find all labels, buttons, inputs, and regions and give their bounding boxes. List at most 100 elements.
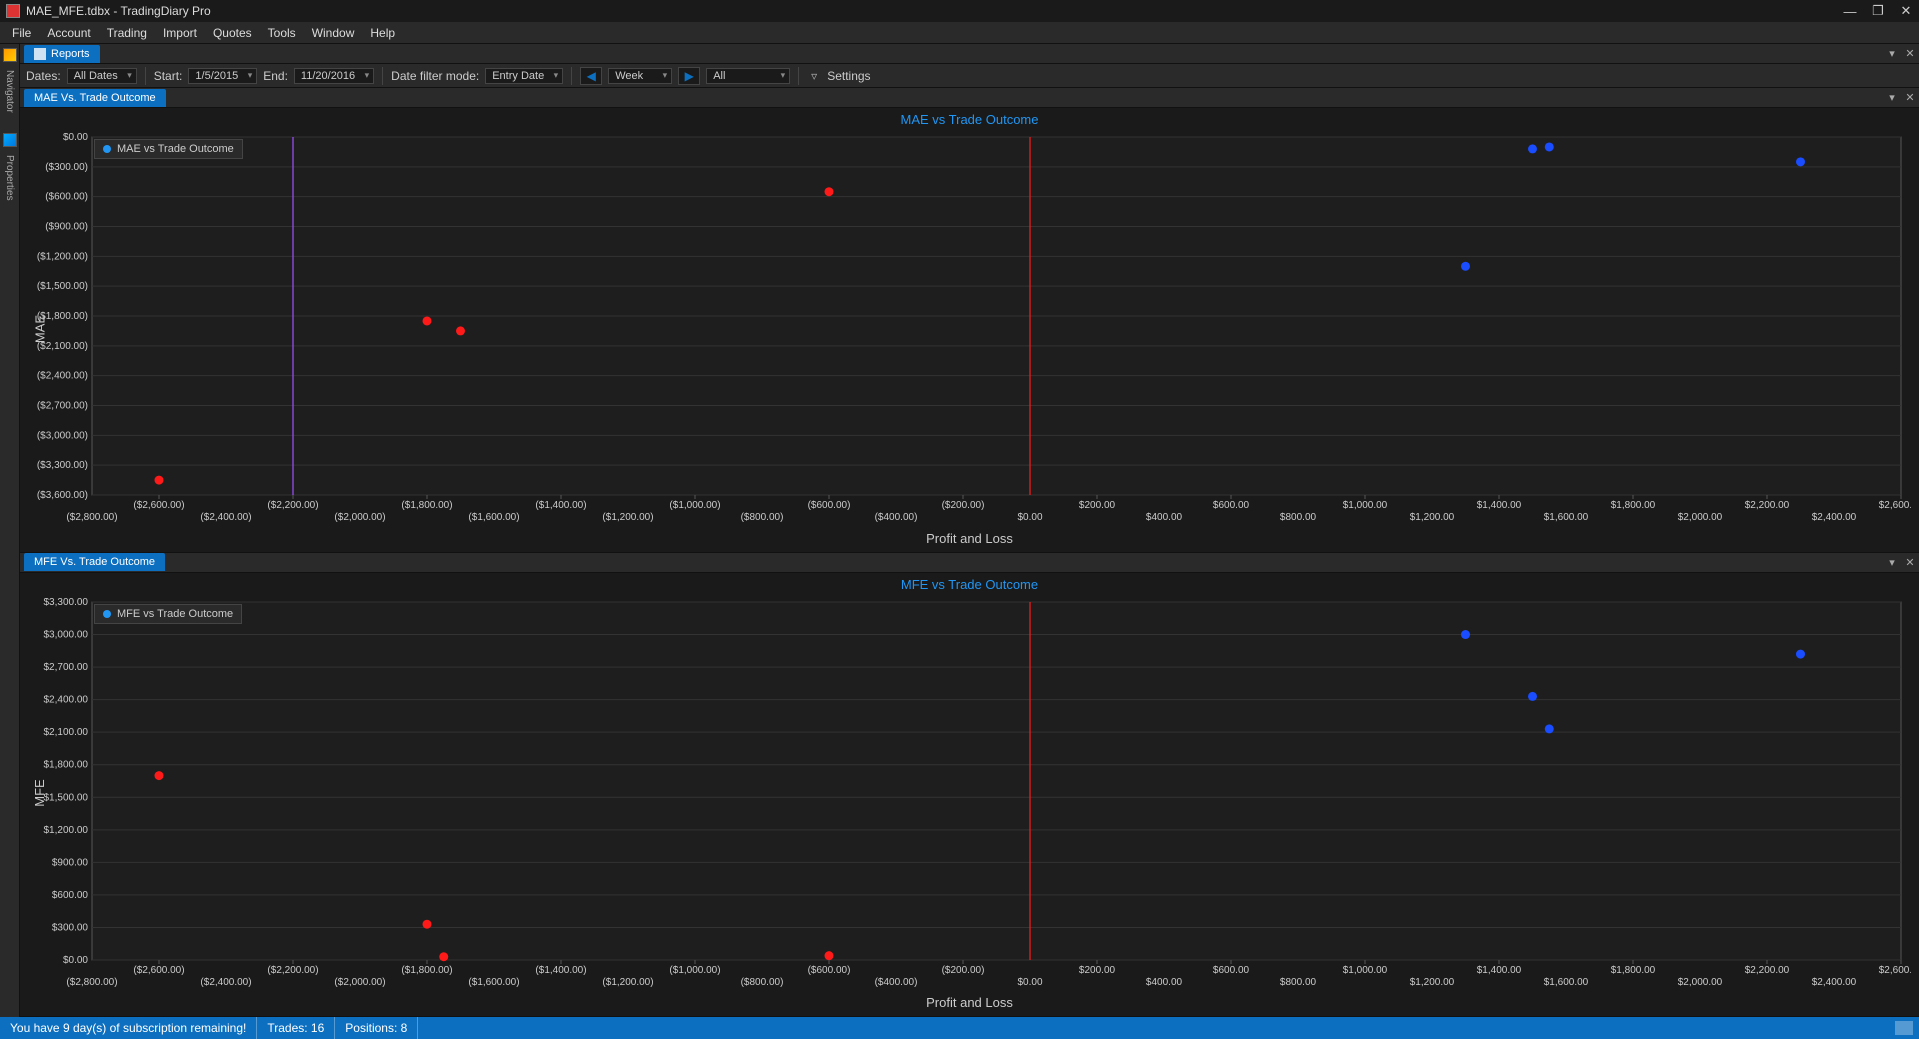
prev-period-button[interactable]: ◀ xyxy=(580,67,602,85)
navigator-tab-label[interactable]: Navigator xyxy=(4,70,15,113)
reports-tab[interactable]: Reports xyxy=(24,45,100,63)
filter-icon[interactable]: ▿ xyxy=(807,69,821,83)
svg-text:$2,100.00: $2,100.00 xyxy=(44,727,89,738)
svg-text:($1,200.00): ($1,200.00) xyxy=(37,251,88,262)
status-bar: You have 9 day(s) of subscription remain… xyxy=(0,1017,1919,1039)
svg-text:($600.00): ($600.00) xyxy=(808,965,851,976)
svg-text:($2,200.00): ($2,200.00) xyxy=(267,500,318,511)
properties-tab-label[interactable]: Properties xyxy=(4,155,15,201)
menu-file[interactable]: File xyxy=(4,26,39,40)
close-button[interactable]: ✕ xyxy=(1899,4,1913,18)
svg-text:$1,800.00: $1,800.00 xyxy=(1611,500,1656,511)
svg-text:($1,200.00): ($1,200.00) xyxy=(602,977,653,988)
chart-mae-header: MAE Vs. Trade Outcome ▾ ✕ xyxy=(20,88,1919,108)
chart-mae-tab[interactable]: MAE Vs. Trade Outcome xyxy=(24,89,166,107)
settings-link[interactable]: Settings xyxy=(827,69,870,83)
svg-text:($2,700.00): ($2,700.00) xyxy=(37,401,88,412)
menu-quotes[interactable]: Quotes xyxy=(205,26,260,40)
svg-text:$600.00: $600.00 xyxy=(1213,965,1250,976)
legend-dot-icon xyxy=(103,610,111,618)
chart-mae-title: MAE vs Trade Outcome xyxy=(20,108,1919,131)
reports-close-button[interactable]: ✕ xyxy=(1903,47,1917,61)
chart-mfe-xlabel: Profit and Loss xyxy=(20,993,1919,1016)
svg-text:($2,600.00): ($2,600.00) xyxy=(133,965,184,976)
svg-text:$600.00: $600.00 xyxy=(1213,500,1250,511)
filter-mode-label: Date filter mode: xyxy=(391,69,479,83)
end-label: End: xyxy=(263,69,288,83)
svg-text:$2,700.00: $2,700.00 xyxy=(44,662,89,673)
start-label: Start: xyxy=(154,69,183,83)
chart-mfe-menu-button[interactable]: ▾ xyxy=(1885,555,1899,569)
svg-text:($1,000.00): ($1,000.00) xyxy=(669,965,720,976)
svg-text:($3,600.00): ($3,600.00) xyxy=(37,490,88,501)
title-bar: MAE_MFE.tdbx - TradingDiary Pro — ❐ ✕ xyxy=(0,0,1919,22)
dates-label: Dates: xyxy=(26,69,61,83)
svg-text:$1,200.00: $1,200.00 xyxy=(44,824,89,835)
chart-mae-tab-label: MAE Vs. Trade Outcome xyxy=(34,92,156,104)
svg-text:$1,600.00: $1,600.00 xyxy=(1544,512,1589,523)
dates-dropdown[interactable]: All Dates xyxy=(67,68,137,84)
chart-mfe-ylabel: MFE xyxy=(32,780,47,807)
minimize-button[interactable]: — xyxy=(1843,4,1857,18)
svg-text:($200.00): ($200.00) xyxy=(942,965,985,976)
properties-tab-icon[interactable] xyxy=(3,133,17,147)
svg-text:$0.00: $0.00 xyxy=(1017,512,1042,523)
svg-text:($2,400.00): ($2,400.00) xyxy=(37,371,88,382)
svg-text:($3,000.00): ($3,000.00) xyxy=(37,430,88,441)
next-period-button[interactable]: ▶ xyxy=(678,67,700,85)
svg-text:($1,800.00): ($1,800.00) xyxy=(401,965,452,976)
chart-mfe-legend-label: MFE vs Trade Outcome xyxy=(117,608,233,620)
svg-text:$300.00: $300.00 xyxy=(52,922,89,933)
menu-account[interactable]: Account xyxy=(39,26,98,40)
status-positions: Positions: 8 xyxy=(335,1017,418,1039)
svg-text:($2,800.00): ($2,800.00) xyxy=(66,977,117,988)
reports-menu-button[interactable]: ▾ xyxy=(1885,47,1899,61)
svg-text:$1,500.00: $1,500.00 xyxy=(44,792,89,803)
chart-mfe-close-button[interactable]: ✕ xyxy=(1903,555,1917,569)
start-date-input[interactable]: 1/5/2015 xyxy=(188,68,257,84)
scope-dropdown[interactable]: All xyxy=(706,68,790,84)
svg-text:$900.00: $900.00 xyxy=(52,857,89,868)
status-trades: Trades: 16 xyxy=(257,1017,335,1039)
status-tray-icon[interactable] xyxy=(1895,1021,1913,1035)
period-dropdown[interactable]: Week xyxy=(608,68,672,84)
svg-text:$1,200.00: $1,200.00 xyxy=(1410,977,1455,988)
menu-window[interactable]: Window xyxy=(304,26,363,40)
svg-text:($2,000.00): ($2,000.00) xyxy=(334,977,385,988)
chart-mfe-tab[interactable]: MFE Vs. Trade Outcome xyxy=(24,553,165,571)
svg-text:($1,500.00): ($1,500.00) xyxy=(37,281,88,292)
svg-text:($900.00): ($900.00) xyxy=(45,222,88,233)
end-date-input[interactable]: 11/20/2016 xyxy=(294,68,374,84)
menu-import[interactable]: Import xyxy=(155,26,205,40)
menu-trading[interactable]: Trading xyxy=(99,26,155,40)
svg-text:$1,400.00: $1,400.00 xyxy=(1477,965,1522,976)
svg-text:$200.00: $200.00 xyxy=(1079,965,1116,976)
filter-mode-dropdown[interactable]: Entry Date xyxy=(485,68,563,84)
left-sidebar: Navigator Properties xyxy=(0,44,20,1017)
navigator-tab-icon[interactable] xyxy=(3,48,17,62)
chart-mae-close-button[interactable]: ✕ xyxy=(1903,91,1917,105)
svg-text:$2,200.00: $2,200.00 xyxy=(1745,500,1790,511)
chart-mfe-panel: MFE Vs. Trade Outcome ▾ ✕ MFE vs Trade O… xyxy=(20,553,1919,1018)
svg-text:$400.00: $400.00 xyxy=(1146,512,1183,523)
chart-mae-menu-button[interactable]: ▾ xyxy=(1885,91,1899,105)
chart-mfe-header: MFE Vs. Trade Outcome ▾ ✕ xyxy=(20,553,1919,573)
svg-text:$800.00: $800.00 xyxy=(1280,977,1317,988)
svg-text:$3,000.00: $3,000.00 xyxy=(44,629,89,640)
menu-help[interactable]: Help xyxy=(362,26,403,40)
menu-tools[interactable]: Tools xyxy=(260,26,304,40)
chart-mae-legend-label: MAE vs Trade Outcome xyxy=(117,143,234,155)
svg-text:($1,800.00): ($1,800.00) xyxy=(401,500,452,511)
maximize-button[interactable]: ❐ xyxy=(1871,4,1885,18)
chart-mae-svg: $0.00($300.00)($600.00)($900.00)($1,200.… xyxy=(28,133,1911,525)
svg-text:$0.00: $0.00 xyxy=(1017,977,1042,988)
chart-mae-ylabel: MAE xyxy=(33,315,48,343)
svg-text:($2,400.00): ($2,400.00) xyxy=(200,977,251,988)
svg-text:($200.00): ($200.00) xyxy=(942,500,985,511)
svg-text:($3,300.00): ($3,300.00) xyxy=(37,460,88,471)
svg-text:$2,200.00: $2,200.00 xyxy=(1745,965,1790,976)
svg-text:$3,300.00: $3,300.00 xyxy=(44,598,89,608)
svg-text:$2,000.00: $2,000.00 xyxy=(1678,977,1723,988)
chart-mae-body: MAE $0.00($300.00)($600.00)($900.00)($1,… xyxy=(28,133,1911,525)
svg-text:($1,400.00): ($1,400.00) xyxy=(535,500,586,511)
